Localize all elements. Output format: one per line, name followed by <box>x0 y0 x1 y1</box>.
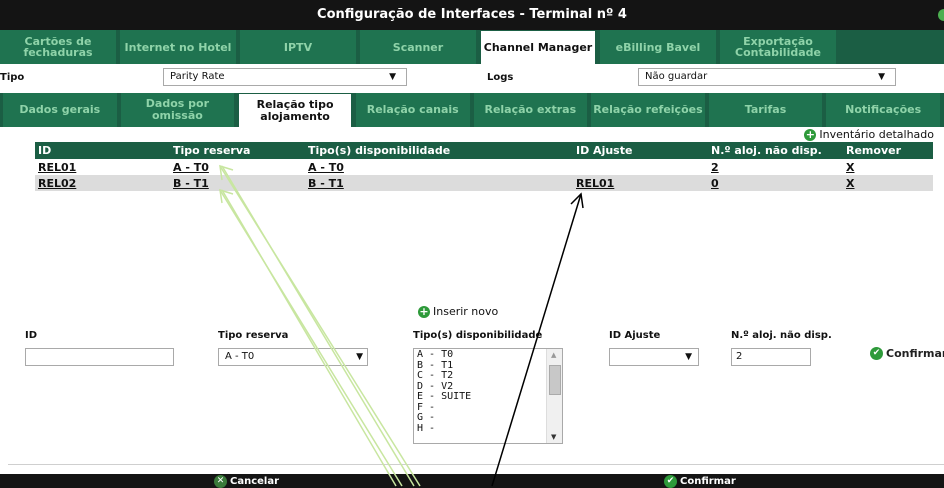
main-tabs: Cartões de fechaduras Internet no Hotel … <box>0 30 944 64</box>
list-item[interactable]: E - SUITE <box>417 391 559 403</box>
cell-tipo-disp-link[interactable]: A - T0 <box>305 159 573 175</box>
tab-channel-relation[interactable]: Relação canais <box>355 93 470 127</box>
cancel-icon: ✕ <box>214 475 227 488</box>
tab-notifications[interactable]: Notificações <box>826 93 940 127</box>
tab-hotel-internet[interactable]: Internet no Hotel <box>120 30 236 64</box>
check-icon: ✔ <box>664 475 677 488</box>
inventory-link-label: Inventário detalhado <box>819 128 934 141</box>
cell-n-aloj-link[interactable]: 2 <box>708 159 843 175</box>
logs-label: Logs <box>487 72 514 83</box>
tab-lock-cards[interactable]: Cartões de fechaduras <box>0 30 116 64</box>
footer-bar: ✕ Cancelar ✔ Confirmar <box>0 474 944 488</box>
green-annotation-arrows <box>219 164 421 487</box>
list-item[interactable]: A - T0 <box>417 349 559 361</box>
settings-row: Tipo Parity Rate ▼ Logs Não guardar ▼ <box>0 66 944 92</box>
tipo-reserva-select[interactable]: A - T0 ▼ <box>218 348 368 366</box>
id-label: ID <box>25 330 38 341</box>
header-tipo-disponibilidade: Tipo(s) disponibilidade <box>305 142 573 159</box>
id-ajuste-label: ID Ajuste <box>609 330 661 341</box>
table-row: REL01 A - T0 A - T0 2 X <box>35 159 933 175</box>
cell-n-aloj-link[interactable]: 0 <box>708 175 843 191</box>
plus-icon: + <box>418 304 430 318</box>
remove-row-button[interactable]: X <box>843 159 933 175</box>
cell-id-ajuste-link[interactable] <box>573 159 708 175</box>
window-title: Configuração de Interfaces - Terminal nº… <box>0 0 944 30</box>
tipo-disp-label: Tipo(s) disponibilidade <box>413 330 543 341</box>
tipo-reserva-label: Tipo reserva <box>218 330 289 341</box>
status-dot-icon <box>938 9 944 21</box>
header-tipo-reserva: Tipo reserva <box>170 142 305 159</box>
list-item[interactable]: H - <box>417 423 559 435</box>
divider <box>8 464 944 465</box>
tipo-disponibilidade-listbox[interactable]: A - T0 B - T1 C - T2 D - V2 E - SUITE F … <box>413 348 563 444</box>
header-id: ID <box>35 142 170 159</box>
confirm-button[interactable]: ✔ Confirmar <box>664 475 736 488</box>
tipo-select[interactable]: Parity Rate ▼ <box>163 68 407 86</box>
header-n-aloj: N.º aloj. não disp. <box>708 142 843 159</box>
n-aloj-label: N.º aloj. não disp. <box>731 330 832 341</box>
tab-default-data[interactable]: Dados por omissão <box>120 93 235 127</box>
cell-id-link[interactable]: REL01 <box>35 159 170 175</box>
table-header-row: ID Tipo reserva Tipo(s) disponibilidade … <box>35 142 933 159</box>
scroll-down-icon[interactable]: ▼ <box>551 433 556 441</box>
confirm-label: Confirmar <box>680 476 736 487</box>
room-type-relation-table: ID Tipo reserva Tipo(s) disponibilidade … <box>35 142 933 191</box>
window-title-text: Configuração de Interfaces - Terminal nº… <box>317 7 627 22</box>
n-aloj-input[interactable]: 2 <box>731 348 811 366</box>
listbox-scrollbar[interactable]: ▲ ▼ <box>546 349 562 443</box>
table-row: REL02 B - T1 B - T1 REL01 0 X <box>35 175 933 191</box>
tipo-label: Tipo <box>0 72 25 83</box>
insert-new-label: Inserir novo <box>433 305 499 318</box>
id-input[interactable] <box>25 348 174 366</box>
cancel-label: Cancelar <box>230 476 280 487</box>
list-item[interactable]: C - T2 <box>417 370 559 382</box>
tab-iptv[interactable]: IPTV <box>240 30 356 64</box>
confirm-row-label: Confirmar <box>886 347 944 360</box>
tab-rates[interactable]: Tarifas <box>708 93 823 127</box>
cell-tipo-disp-link[interactable]: B - T1 <box>305 175 573 191</box>
tab-extras-relation[interactable]: Relação extras <box>473 93 588 127</box>
plus-icon: + <box>804 127 817 141</box>
tipo-reserva-value: A - T0 <box>225 351 255 362</box>
cancel-button[interactable]: ✕ Cancelar <box>214 475 279 488</box>
cell-tipo-reserva-link[interactable]: A - T0 <box>170 159 305 175</box>
confirm-row-button[interactable]: ✔ Confirmar <box>870 347 944 360</box>
sub-tabs: Dados gerais Dados por omissão Relação t… <box>0 93 944 127</box>
tab-ebilling-bavel[interactable]: eBilling Bavel <box>600 30 716 64</box>
header-remover: Remover <box>843 142 933 159</box>
tab-scanner[interactable]: Scanner <box>360 30 476 64</box>
cell-id-link[interactable]: REL02 <box>35 175 170 191</box>
logs-select-value: Não guardar <box>645 71 708 82</box>
tab-general-data[interactable]: Dados gerais <box>3 93 117 127</box>
tab-accounting-export[interactable]: Exportação Contabilidade <box>720 30 836 64</box>
list-item[interactable]: F - <box>417 402 559 414</box>
tab-meals-relation[interactable]: Relação refeições <box>591 93 705 127</box>
chevron-down-icon: ▼ <box>356 352 363 362</box>
tab-room-type-relation[interactable]: Relação tipo alojamento <box>238 93 352 127</box>
chevron-down-icon: ▼ <box>878 72 885 82</box>
header-id-ajuste: ID Ajuste <box>573 142 708 159</box>
chevron-down-icon: ▼ <box>389 72 396 82</box>
id-ajuste-select[interactable]: ▼ <box>609 348 699 366</box>
remove-row-button[interactable]: X <box>843 175 933 191</box>
chevron-down-icon: ▼ <box>685 352 692 362</box>
scroll-up-icon[interactable]: ▲ <box>551 351 556 359</box>
cell-tipo-reserva-link[interactable]: B - T1 <box>170 175 305 191</box>
cell-id-ajuste-link[interactable]: REL01 <box>573 175 708 191</box>
check-icon: ✔ <box>870 347 883 360</box>
scroll-thumb[interactable] <box>549 365 561 395</box>
list-item[interactable]: G - <box>417 412 559 424</box>
insert-new-button[interactable]: + Inserir novo <box>418 305 498 318</box>
logs-select[interactable]: Não guardar ▼ <box>638 68 896 86</box>
tipo-select-value: Parity Rate <box>170 71 225 82</box>
tab-channel-manager[interactable]: Channel Manager <box>480 30 596 64</box>
inventory-link[interactable]: + Inventário detalhado <box>804 128 934 141</box>
